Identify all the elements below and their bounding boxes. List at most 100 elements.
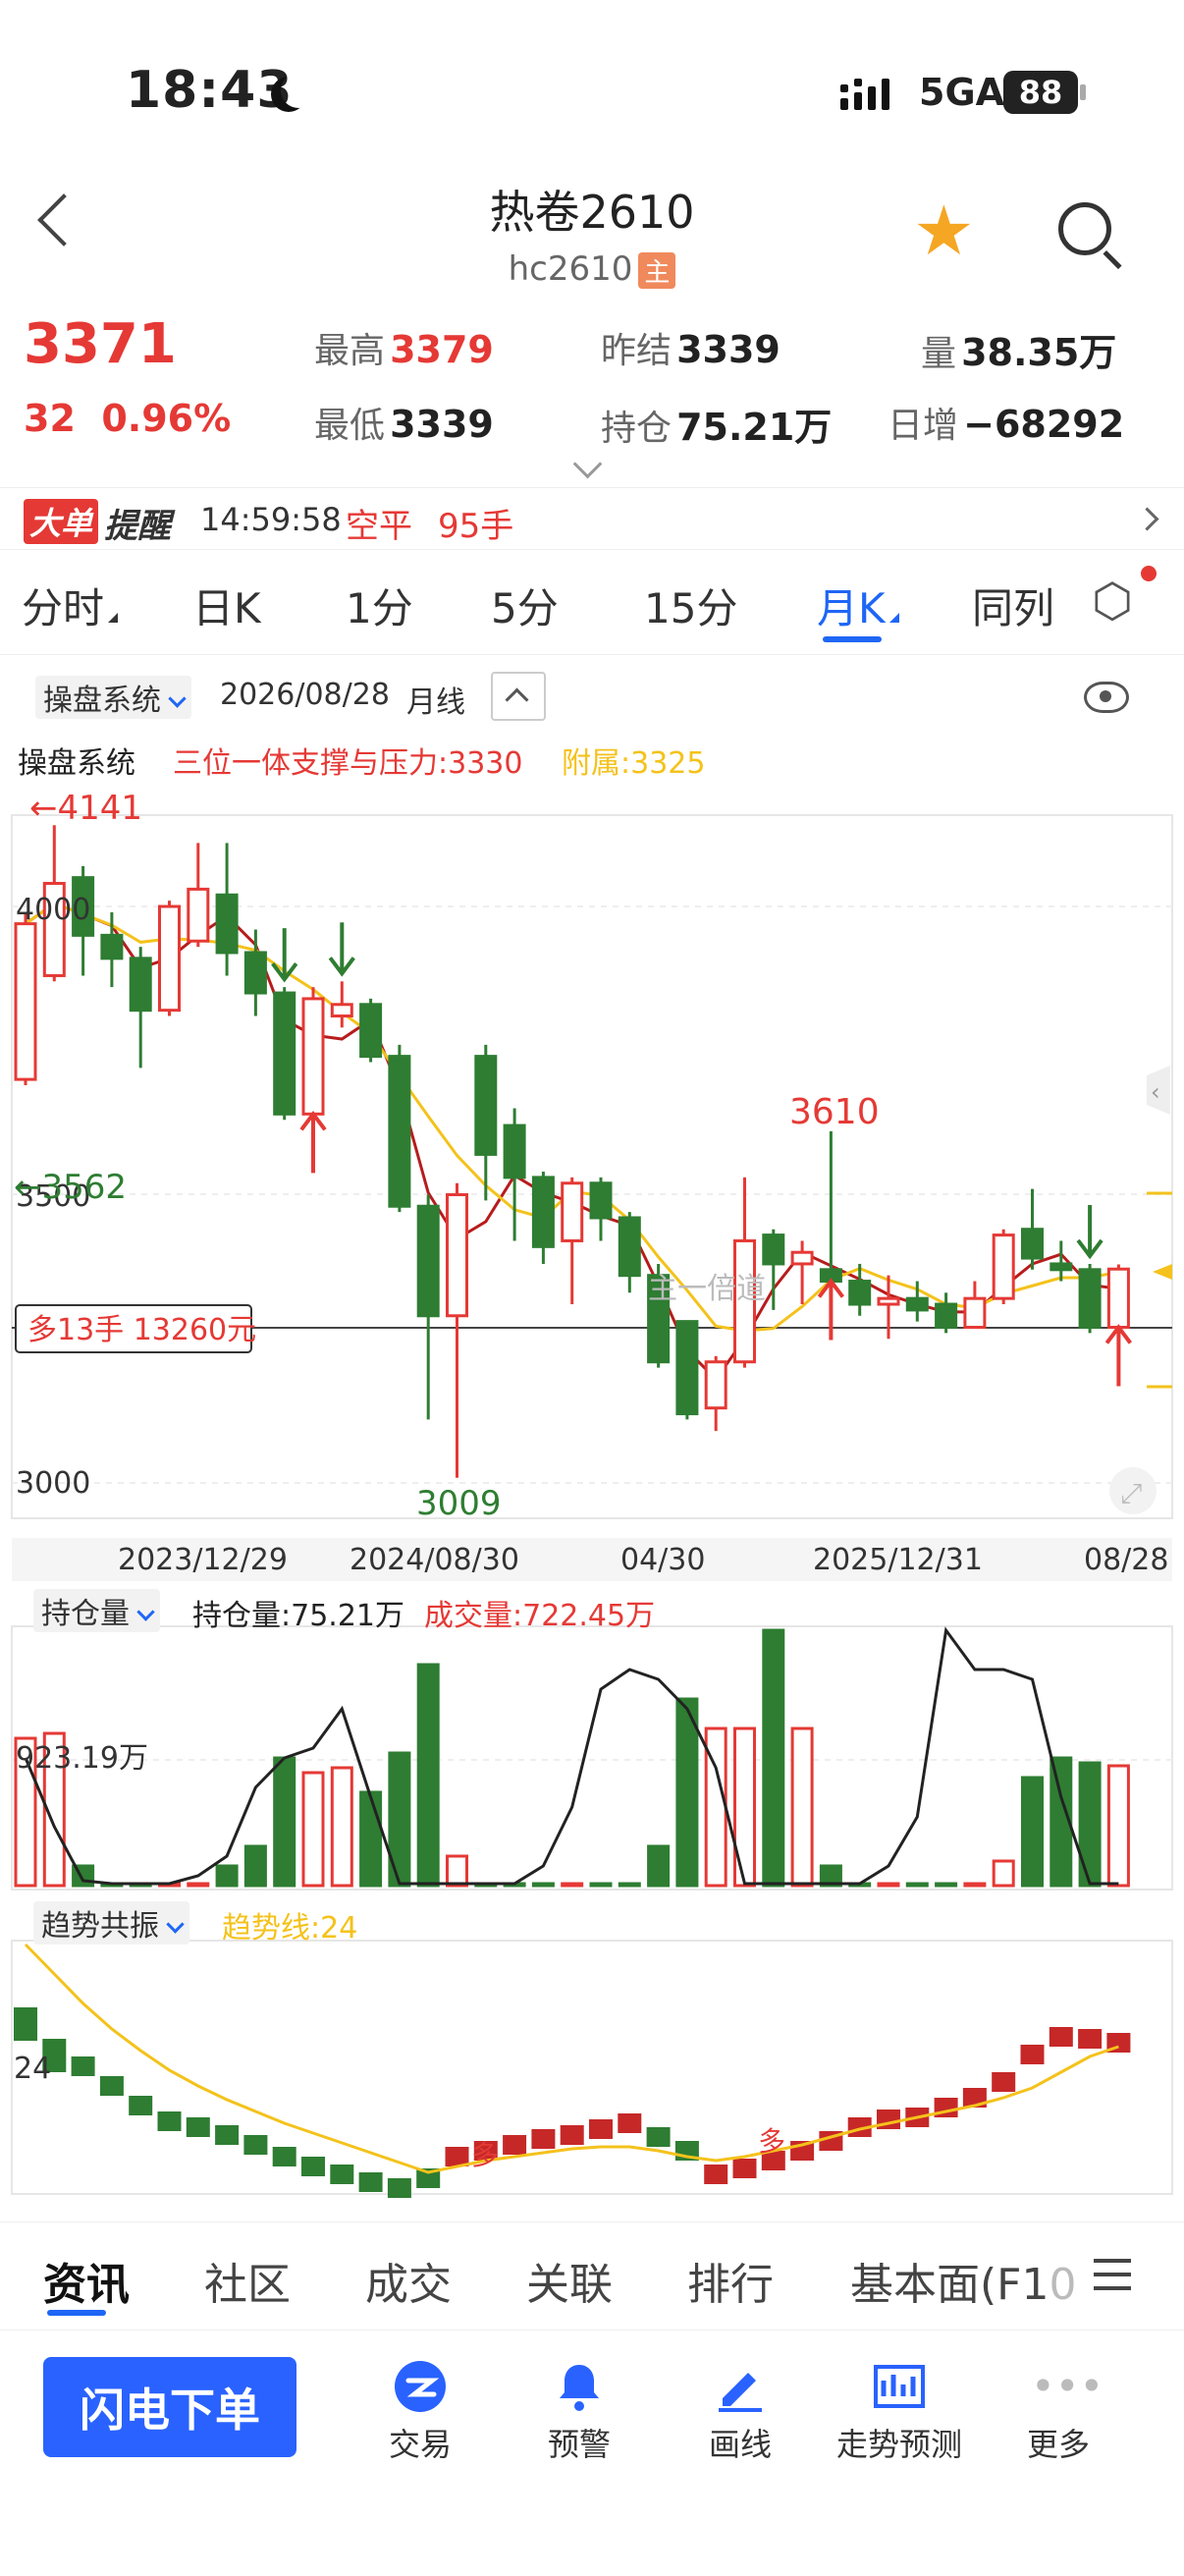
- trend-bar-down: [71, 2056, 95, 2076]
- price-marker: [1153, 1264, 1172, 1280]
- tab-timeshare[interactable]: 分时: [22, 575, 119, 635]
- trend-line-label: 趋势线:24: [222, 1911, 358, 1946]
- tab-trades[interactable]: 成交: [365, 2249, 452, 2312]
- trend-level-label: 24: [14, 2052, 51, 2086]
- candle: [790, 1250, 814, 1266]
- candle: [905, 1296, 929, 1312]
- tab-label: 分时: [22, 584, 105, 632]
- candle: [243, 951, 267, 995]
- peak-3610-label: 3610: [789, 1092, 880, 1132]
- oi-label: 持仓: [601, 409, 673, 449]
- alert-label[interactable]: 预警: [491, 2420, 668, 2465]
- big-order-alert-row[interactable]: [0, 487, 1184, 550]
- tab-community[interactable]: 社区: [204, 2249, 291, 2312]
- chart-area[interactable]: 4000 3500 3000 ←4141 ←3562 3610 3009 主一倍…: [0, 786, 1184, 2200]
- system-selector[interactable]: 操盘系统: [35, 676, 191, 719]
- alert-type: 空平: [346, 507, 412, 546]
- trend-bar-down: [646, 2127, 671, 2147]
- trend-forecast-label[interactable]: 走势预测: [811, 2420, 988, 2465]
- alert-tag: 提醒: [104, 507, 171, 546]
- tab-same-list[interactable]: 同列: [972, 575, 1054, 635]
- trade-icon[interactable]: [393, 2359, 448, 2414]
- volume-bar: [1106, 1764, 1130, 1888]
- more-label[interactable]: 更多: [970, 2420, 1147, 2465]
- tab-related[interactable]: 关联: [526, 2249, 613, 2312]
- trend-forecast-icon[interactable]: [872, 2359, 927, 2414]
- buy-signal-arrow: [817, 1278, 844, 1341]
- daily-increase-block: 日增 −68292: [888, 397, 1124, 448]
- trend-bar-up: [531, 2129, 556, 2149]
- candle: [474, 1055, 498, 1156]
- draw-line-label[interactable]: 画线: [652, 2420, 829, 2465]
- battery-icon: 88: [1003, 71, 1078, 114]
- candle: [14, 922, 37, 1081]
- tab-dropdown-icon: [888, 613, 899, 623]
- low-label: 最低: [314, 406, 386, 446]
- indicator-aux: 附属:3325: [562, 746, 706, 781]
- trend-bar-down: [330, 2165, 354, 2184]
- sell-signal-arrow: [328, 922, 355, 977]
- indicator-name: 操盘系统: [18, 746, 135, 781]
- high-label: 最高: [314, 331, 386, 371]
- volume-bar: [531, 1882, 555, 1888]
- chart-period: 月线: [406, 685, 465, 720]
- volume-bar: [243, 1844, 267, 1888]
- volume-value-label: 成交量:722.45万: [424, 1599, 656, 1633]
- change-percent: 0.96%: [101, 397, 232, 440]
- trade-label[interactable]: 交易: [332, 2420, 509, 2465]
- oi-selector[interactable]: 持仓量: [33, 1589, 160, 1632]
- volume-bar: [416, 1663, 440, 1888]
- draw-line-icon[interactable]: [713, 2359, 768, 2414]
- x-label-5: 08/28: [1084, 1543, 1168, 1577]
- y-label-4000: 4000: [16, 893, 90, 927]
- candle: [675, 1320, 699, 1416]
- chevron-down-icon: [166, 1915, 185, 1934]
- page-title: 热卷2610: [489, 186, 695, 239]
- tab-fundamentals-fade: 0: [1049, 2260, 1077, 2310]
- buy-signal-arrow: [1104, 1324, 1132, 1387]
- tab-monthly-k[interactable]: 月K: [817, 575, 899, 635]
- tab-ranking[interactable]: 排行: [687, 2249, 774, 2312]
- candle: [388, 1055, 411, 1208]
- volume-bar: [790, 1726, 814, 1888]
- expand-chevron-icon[interactable]: [572, 449, 603, 479]
- trend-bar-up: [503, 2135, 527, 2155]
- contract-code: hc2610 主: [0, 249, 1184, 289]
- settings-hexagon-icon[interactable]: ⬡: [1092, 577, 1133, 625]
- tab-1min[interactable]: 1分: [346, 575, 413, 635]
- battery-tip: [1080, 84, 1086, 100]
- candle: [1078, 1268, 1102, 1330]
- candle: [359, 1003, 383, 1059]
- volume-bar: [963, 1882, 987, 1888]
- tab-15min[interactable]: 15分: [644, 575, 737, 635]
- volume-bar: [1021, 1776, 1044, 1888]
- trend-selector[interactable]: 趋势共振: [33, 1901, 189, 1945]
- search-icon[interactable]: [1058, 202, 1111, 255]
- menu-icon[interactable]: [1094, 2259, 1131, 2300]
- candle: [618, 1216, 641, 1278]
- candle: [1021, 1228, 1044, 1260]
- candle: [531, 1176, 555, 1248]
- eye-icon[interactable]: [1084, 682, 1129, 713]
- oi-value: 75.21万: [676, 406, 833, 449]
- collapse-button[interactable]: [491, 672, 546, 721]
- tab-news[interactable]: 资讯: [43, 2249, 130, 2312]
- tab-fundamentals[interactable]: 基本面(F10: [850, 2249, 1076, 2312]
- active-news-tab-indicator: [47, 2310, 106, 2316]
- favorite-star-icon[interactable]: ★: [913, 196, 975, 265]
- trend-bar-up: [704, 2165, 728, 2184]
- volume-bar: [446, 1854, 468, 1888]
- candle: [215, 893, 239, 955]
- change-value: 32: [24, 397, 76, 440]
- active-tab-indicator: [823, 636, 882, 642]
- alarm-bell-icon[interactable]: [552, 2359, 607, 2414]
- more-icon[interactable]: •••: [1031, 2359, 1103, 2414]
- price-change: 32 0.96%: [24, 397, 231, 440]
- candle: [1106, 1267, 1130, 1330]
- candle: [129, 957, 152, 1013]
- candle: [446, 1193, 468, 1318]
- flash-order-button[interactable]: 闪电下单: [43, 2357, 296, 2457]
- prev-settle-value: 3339: [676, 328, 780, 371]
- tab-daily-k[interactable]: 日K: [192, 575, 261, 635]
- tab-5min[interactable]: 5分: [491, 575, 559, 635]
